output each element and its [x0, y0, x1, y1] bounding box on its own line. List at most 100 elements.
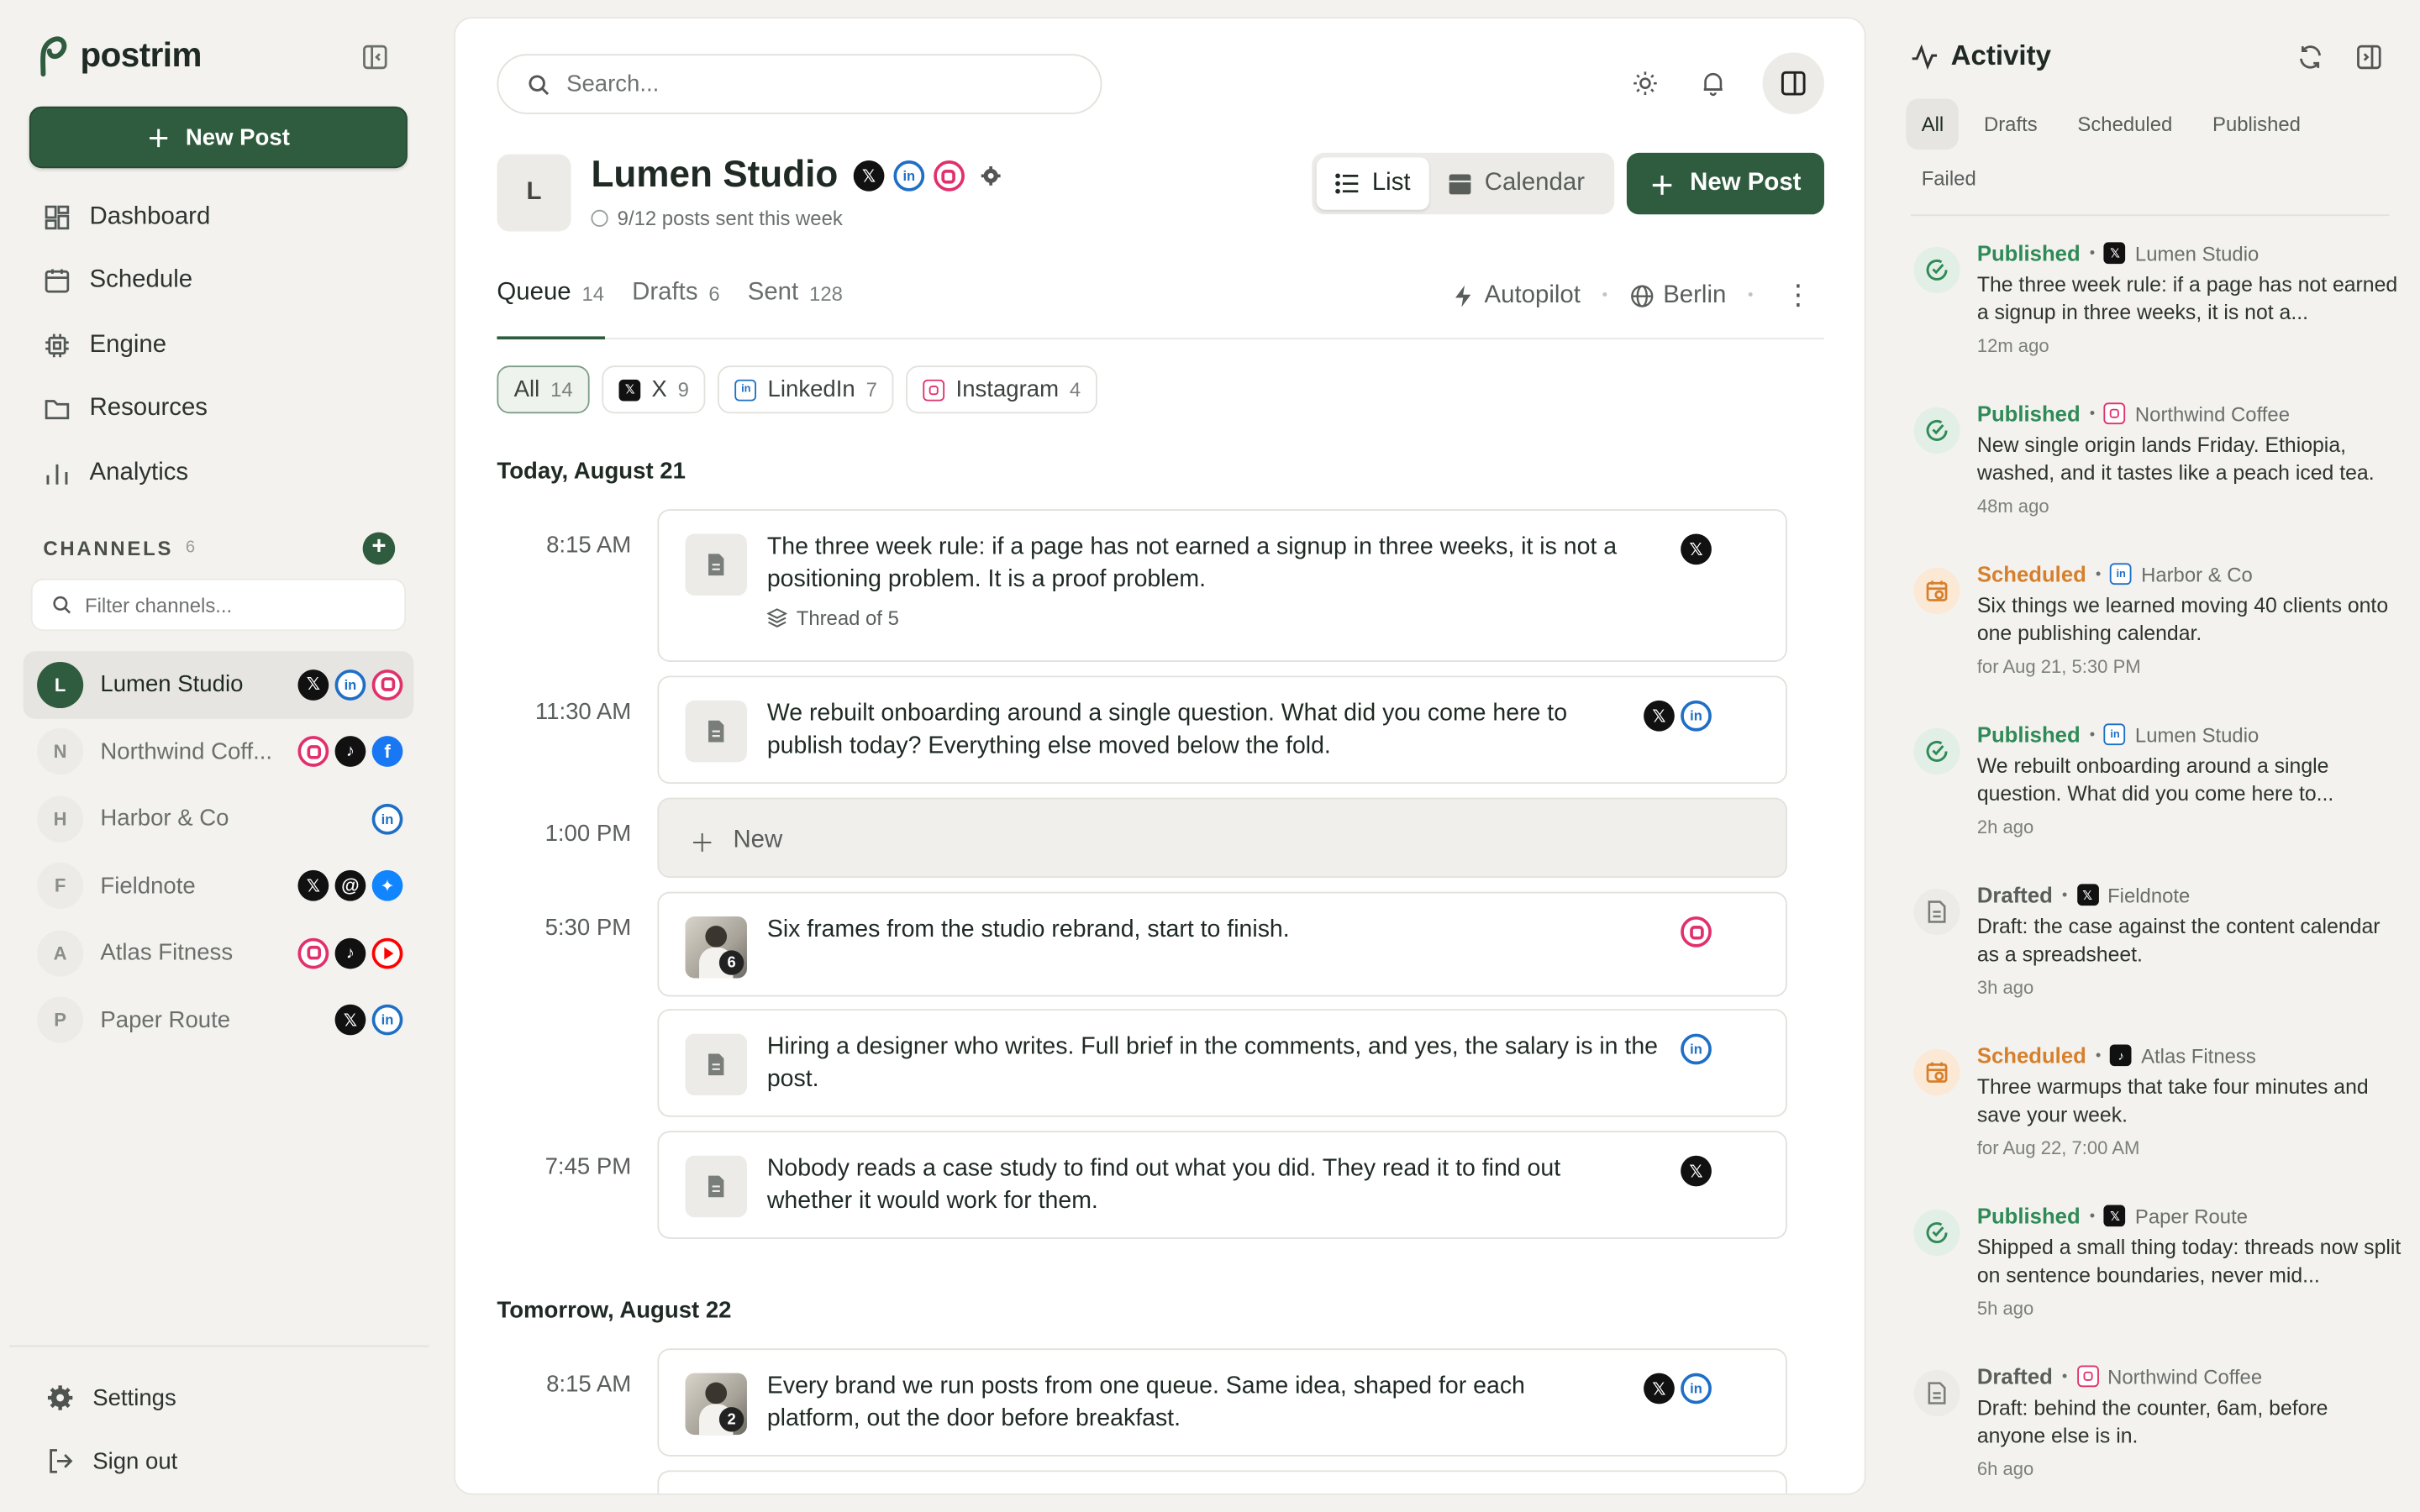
autopilot-button[interactable]: Autopilot	[1450, 281, 1581, 309]
image-count-badge: 6	[718, 950, 744, 975]
tab-sent[interactable]: Sent 128	[748, 270, 843, 339]
add-channel-button[interactable]: +	[362, 531, 396, 564]
channel-name: Harbor & Co	[100, 806, 229, 832]
filter-count: 7	[865, 377, 877, 402]
post-card[interactable]: The three week rule: if a page has not e…	[657, 509, 1787, 662]
collapse-sidebar-icon[interactable]	[361, 43, 389, 71]
toggle-activity-panel-icon[interactable]	[1762, 52, 1824, 114]
post-card[interactable]: We rebuilt onboarding around a single qu…	[657, 675, 1787, 785]
channel-lumen-studio[interactable]: L Lumen Studio 𝕏 in	[23, 651, 414, 718]
post-card[interactable]: 2 Every brand we run posts from one queu…	[657, 1348, 1787, 1457]
activity-item[interactable]: Drafted • Northwind Coffee Draft: behind th…	[1911, 1364, 2405, 1512]
linkedin-icon: in	[893, 160, 925, 192]
filter-x[interactable]: 𝕏 X 9	[602, 365, 707, 414]
list-view-button[interactable]: List	[1316, 157, 1429, 210]
channel-paper-route[interactable]: P Paper Route 𝕏 in	[24, 987, 414, 1054]
activity-tab-scheduled[interactable]: Scheduled	[2062, 99, 2188, 150]
brand[interactable]: postrim	[34, 34, 202, 77]
activity-item[interactable]: Published • Northwind Coffee New single ori…	[1911, 402, 2405, 562]
instagram-icon	[297, 937, 329, 969]
channel-harbor-co[interactable]: H Harbor & Co in	[24, 785, 414, 853]
search-input[interactable]: Search...	[497, 54, 1102, 114]
slot-time: 8:15 AM	[546, 1371, 632, 1399]
separator-dot: •	[1602, 286, 1608, 304]
settings-link[interactable]: Settings	[46, 1384, 176, 1412]
nav-item-schedule[interactable]: Schedule	[28, 249, 413, 313]
nav-item-dashboard[interactable]: Dashboard	[28, 185, 413, 249]
post-card[interactable]: Hiring a designer who writes. Full brief…	[657, 1009, 1787, 1117]
published-status-icon	[1913, 246, 1960, 293]
nav-label: Dashboard	[89, 202, 211, 230]
filter-linkedin[interactable]: in LinkedIn 7	[718, 365, 895, 414]
activity-item[interactable]: Published • 𝕏 Lumen Studio The three week ru…	[1911, 241, 2405, 402]
theme-toggle-sun-icon[interactable]	[1627, 65, 1664, 102]
x-icon: 𝕏	[618, 378, 641, 401]
activity-tab-published[interactable]: Published	[2197, 99, 2317, 150]
tiktok-icon: ♪	[2110, 1044, 2133, 1067]
activity-text: Draft: the case against the content cale…	[1976, 915, 2381, 966]
avatar: L	[37, 661, 84, 708]
new-post-button[interactable]: ＋ New Post	[29, 106, 408, 169]
slot-time: 5:30 PM	[544, 915, 632, 942]
activity-item[interactable]: Published • 𝕏 Paper Route Shipped a small th…	[1911, 1204, 2405, 1364]
post-card[interactable]: 6 Six frames from the studio rebrand, st…	[657, 891, 1787, 997]
post-text: Nobody reads a case study to find out wh…	[766, 1155, 1561, 1215]
activity-item[interactable]: Scheduled • ♪ Atlas Fitness Three warmups th…	[1911, 1043, 2405, 1204]
bell-icon[interactable]	[1695, 65, 1732, 102]
timezone-button[interactable]: Berlin	[1629, 281, 1726, 309]
channel-atlas-fitness[interactable]: A Atlas Fitness ♪	[24, 920, 414, 987]
sign-out-link[interactable]: Sign out	[46, 1447, 177, 1475]
activity-item[interactable]: Drafted • 𝕏 Fieldnote Draft: the case agains…	[1911, 883, 2405, 1043]
channel-name: Fieldnote	[100, 873, 196, 900]
new-post-slot[interactable]: ＋ New	[657, 797, 1787, 879]
channel-name: Northwind Coff...	[100, 738, 273, 765]
more-options-icon[interactable]: ⋮	[1775, 279, 1812, 312]
activity-status: Published	[1976, 1203, 2081, 1229]
nav-item-resources[interactable]: Resources	[28, 377, 413, 441]
calendar-view-button[interactable]: Calendar	[1429, 157, 1603, 209]
image-count-badge: 2	[718, 1407, 744, 1432]
separator-dot: •	[2089, 726, 2096, 743]
instagram-icon	[371, 669, 403, 701]
activity-status: Scheduled	[1976, 1042, 2086, 1068]
channel-northwind-coffee[interactable]: N Northwind Coff... ♪ f	[24, 718, 414, 785]
activity-status: Published	[1976, 401, 2081, 426]
linkedin-icon: in	[1681, 1373, 1712, 1404]
page-title: Lumen Studio	[591, 154, 839, 197]
x-icon: 𝕏	[1644, 1373, 1675, 1404]
post-card[interactable]	[657, 1470, 1787, 1494]
queue-slot	[497, 1470, 1787, 1494]
filter-all[interactable]: All 14	[497, 365, 590, 414]
separator-dot: •	[2089, 405, 2096, 423]
lightning-icon	[1455, 284, 1471, 307]
post-text: The three week rule: if a page has not e…	[766, 533, 1618, 593]
activity-tab-all[interactable]: All	[1906, 98, 1960, 150]
activity-item[interactable]: Scheduled • in Harbor & Co Six things we lea…	[1911, 562, 2405, 722]
avatar: N	[37, 728, 84, 775]
activity-tab-drafts[interactable]: Drafts	[1969, 99, 2053, 150]
tab-drafts[interactable]: Drafts 6	[632, 270, 720, 339]
activity-header: Activity	[1911, 40, 2051, 73]
filter-instagram[interactable]: Instagram 4	[906, 365, 1098, 414]
activity-tab-failed[interactable]: Failed	[1906, 153, 1991, 204]
separator-dot: •	[2095, 1047, 2102, 1064]
activity-channel: Lumen Studio	[2134, 241, 2260, 265]
filter-label: Instagram	[955, 376, 1060, 403]
nav-label: Analytics	[89, 459, 189, 486]
x-icon: 𝕏	[1644, 700, 1675, 732]
divider	[1910, 214, 2390, 217]
channel-fieldnote[interactable]: F Fieldnote 𝕏 @ ✦	[24, 853, 414, 920]
tab-queue[interactable]: Queue 14	[497, 270, 605, 340]
refresh-icon[interactable]	[2296, 43, 2324, 71]
new-post-button[interactable]: ＋ New Post	[1626, 152, 1824, 215]
linkedin-icon: in	[371, 1005, 403, 1036]
activity-item[interactable]: Published • in Lumen Studio We rebuilt onboa…	[1911, 722, 2405, 883]
nav-item-engine[interactable]: Engine	[28, 313, 413, 377]
published-status-icon	[1913, 727, 1960, 775]
filter-channels-input[interactable]: Filter channels...	[30, 578, 407, 632]
close-panel-icon[interactable]	[2355, 43, 2383, 71]
nav-item-analytics[interactable]: Analytics	[28, 441, 413, 505]
gear-icon[interactable]	[980, 165, 1002, 187]
post-card[interactable]: Nobody reads a case study to find out wh…	[657, 1131, 1787, 1239]
activity-status: Published	[1976, 722, 2081, 747]
